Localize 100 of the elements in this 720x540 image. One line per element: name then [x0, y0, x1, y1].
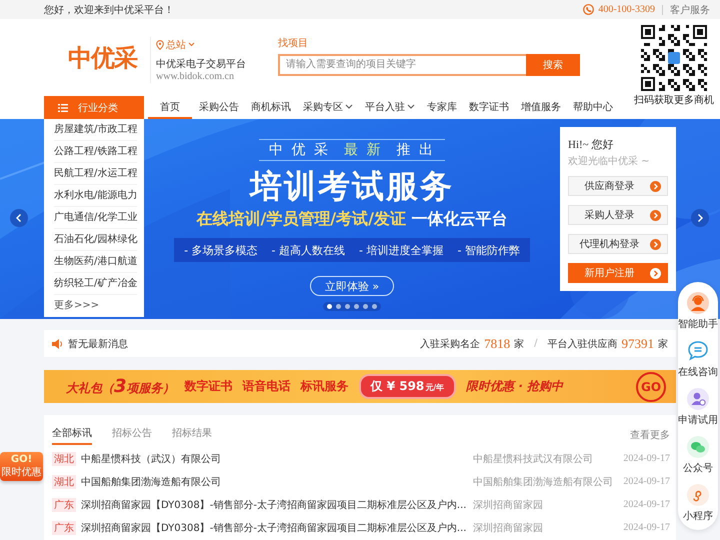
promo-service-text: 数字证书 [184, 378, 233, 395]
stat-value: 7818 [484, 336, 510, 352]
side-toolbar-item[interactable]: 小程序 [683, 484, 713, 523]
category-item[interactable]: 生物医药/港口航道 [54, 251, 138, 273]
listing-title-link[interactable]: 深圳招商留家园【DY0308】-销售部分-太子湾招商留家园项目二期标准层公区及户内... [81, 498, 469, 512]
notice-text: 暂无最新消息 [68, 338, 128, 350]
slide-dot[interactable] [336, 304, 341, 309]
menu-icon [58, 104, 68, 112]
view-more-link[interactable]: 查看更多 [630, 428, 670, 442]
wechat-icon [687, 436, 709, 458]
promo-service-text: 语音电话 [242, 378, 291, 395]
nav-item[interactable]: 平台入驻 [360, 96, 420, 119]
greeting-title: Hi!~ 您好 [568, 138, 614, 152]
nav-item[interactable]: 专家库 [422, 96, 462, 119]
listing-title-link[interactable]: 中国船舶集团渤海造船有限公司 [81, 474, 469, 488]
company-name: 中国船舶集团渤海造船有限公司 [473, 476, 614, 488]
slide-dot[interactable] [354, 304, 359, 309]
listing-tab[interactable]: 招标结果 [172, 426, 212, 444]
category-item[interactable]: 房屋建筑/市政工程 [54, 119, 138, 141]
region-tag: 湖北 [52, 474, 76, 488]
date-text: 2024-09-17 [623, 476, 670, 487]
miniapp-icon [687, 484, 709, 506]
listing-tab[interactable]: 招标公告 [112, 426, 152, 444]
phone-icon [583, 4, 594, 15]
welcome-text: 欢迎光临中优采 ~ [568, 154, 651, 168]
feature-text: - 培训进度全掌握 [359, 242, 444, 258]
platform-name: 中优采电子交易平台 [156, 58, 247, 70]
region-tag: 广东 [52, 520, 76, 534]
category-item[interactable]: 水利水电/能源电力 [54, 185, 138, 207]
slide-dot[interactable] [345, 304, 350, 309]
category-item[interactable]: 纺织轻工/矿产冶金 [54, 273, 138, 295]
category-item[interactable]: 公路工程/铁路工程 [54, 141, 138, 163]
qr-caption: 扫码获取更多商机 [634, 94, 714, 106]
category-item[interactable]: 民航工程/水运工程 [54, 163, 138, 185]
region-tag: 湖北 [52, 452, 76, 466]
date-text: 2024-09-17 [623, 453, 670, 464]
feature-text: - 多场景多模态 [184, 242, 258, 258]
company-name: 中船星惯科技武汉有限公司 [473, 452, 594, 466]
login-button[interactable]: 供应商登录 [568, 176, 668, 196]
tagline-text: 推 出 [396, 141, 435, 159]
chat-icon [687, 340, 709, 362]
qr-code[interactable] [641, 24, 707, 90]
login-button[interactable]: 代理机构登录 [568, 234, 668, 254]
speaker-icon [52, 338, 63, 348]
banner-title: 培训考试服务 [250, 167, 454, 205]
slide-dot[interactable] [372, 304, 377, 309]
side-toolbar-item[interactable]: 智能助手 [678, 292, 718, 331]
stat-label: 入驻采购名企 [420, 338, 480, 350]
more-categories-link[interactable]: 更多>>> [54, 295, 100, 317]
arrow-circle-icon [650, 210, 661, 220]
nav-item[interactable]: 采购公告 [194, 96, 244, 119]
stat-value: 97391 [622, 336, 654, 352]
nav-item[interactable]: 增值服务 [516, 96, 566, 119]
company-name: 深圳招商留家园 [473, 522, 544, 534]
site-url: www.bidok.com.cn [156, 70, 235, 82]
stat-unit: 家 [658, 338, 668, 350]
nav-item[interactable]: 帮助中心 [568, 96, 618, 119]
listing-title-link[interactable]: 深圳招商留家园【DY0308】-销售部分-太子湾招商留家园项目二期标准层公区及户内... [81, 520, 469, 534]
category-item[interactable]: 石油石化/园林绿化 [54, 229, 138, 251]
nav-item[interactable]: 采购专区 [298, 96, 358, 119]
stat-label: 平台入驻供应商 [548, 338, 618, 350]
login-button[interactable]: 采购人登录 [568, 205, 668, 225]
arrow-circle-icon [650, 238, 661, 250]
side-toolbar-item[interactable]: 公众号 [683, 436, 713, 475]
feature-text: - 智能防作弊 [457, 242, 520, 258]
nav-item[interactable]: 商机标讯 [246, 96, 296, 119]
side-toolbar-item[interactable]: 在线咨询 [678, 340, 718, 379]
region-tag: 广东 [52, 498, 76, 512]
separator-text: / [534, 338, 538, 349]
customer-service-link[interactable]: 客户服务 [670, 2, 710, 16]
tagline-text: 中 优 采 [269, 141, 330, 159]
date-text: 2024-09-17 [623, 522, 670, 533]
slide-dot[interactable] [327, 304, 332, 309]
arrow-circle-icon [650, 268, 661, 278]
search-field[interactable]: 请输入需要查询的项目关键字 [278, 54, 526, 76]
promo-offer-text: 限时优惠 · 抢购中 [466, 378, 564, 395]
pin-icon [156, 40, 164, 50]
promo-package-text: 大礼包（3项服务） [66, 376, 175, 397]
search-label: 找项目 [278, 36, 309, 50]
try-now-button[interactable]: 立即体验 » [310, 276, 394, 296]
trial-icon [687, 388, 709, 410]
listing-title-link[interactable]: 中船星惯科技（武汉）有限公司 [81, 452, 469, 466]
category-item[interactable]: 广电通信/化学工业 [54, 207, 138, 229]
assistant-icon [687, 292, 709, 314]
nav-item[interactable]: 数字证书 [464, 96, 514, 119]
company-name: 深圳招商留家园 [473, 498, 544, 512]
date-text: 2024-09-17 [623, 499, 670, 510]
slide-dot[interactable] [363, 304, 368, 309]
listing-tab[interactable]: 全部标讯 [52, 426, 92, 444]
greeting-text: 您好，欢迎来到中优采平台！ [44, 4, 174, 16]
banner-subtitle: 在线培训/学员管理/考试/发证 一体化云平台 [196, 209, 508, 230]
stat-unit: 家 [514, 338, 524, 350]
tagline-text: 最 新 [344, 141, 382, 159]
side-toolbar-item[interactable]: 申请试用 [678, 388, 718, 427]
arrow-circle-icon [650, 180, 661, 192]
promo-banner[interactable]: 大礼包（3项服务） 数字证书 语音电话 标讯服务 仅 ¥ 598 元/年 限时优惠 · 抢购中 GO [44, 370, 676, 403]
feature-text: - 超高人数在线 [272, 242, 345, 258]
promo-service-text: 标讯服务 [300, 378, 349, 395]
price-tag: 仅 ¥ 598 元/年 [358, 374, 456, 399]
chevron-down-icon [188, 42, 195, 47]
